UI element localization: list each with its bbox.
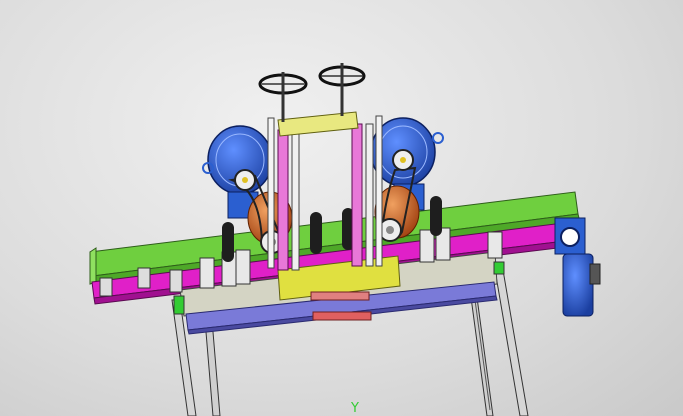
y-axis-indicator: Y [351, 401, 359, 416]
cad-viewport[interactable]: Y [0, 0, 683, 416]
red-guide-bar [312, 311, 372, 321]
machine-model[interactable] [0, 0, 683, 416]
handwheel-icon[interactable] [318, 63, 366, 116]
gear-motor-icon[interactable] [554, 217, 601, 317]
top-crossbar[interactable] [277, 111, 359, 137]
handwheel-icon[interactable] [258, 72, 308, 122]
